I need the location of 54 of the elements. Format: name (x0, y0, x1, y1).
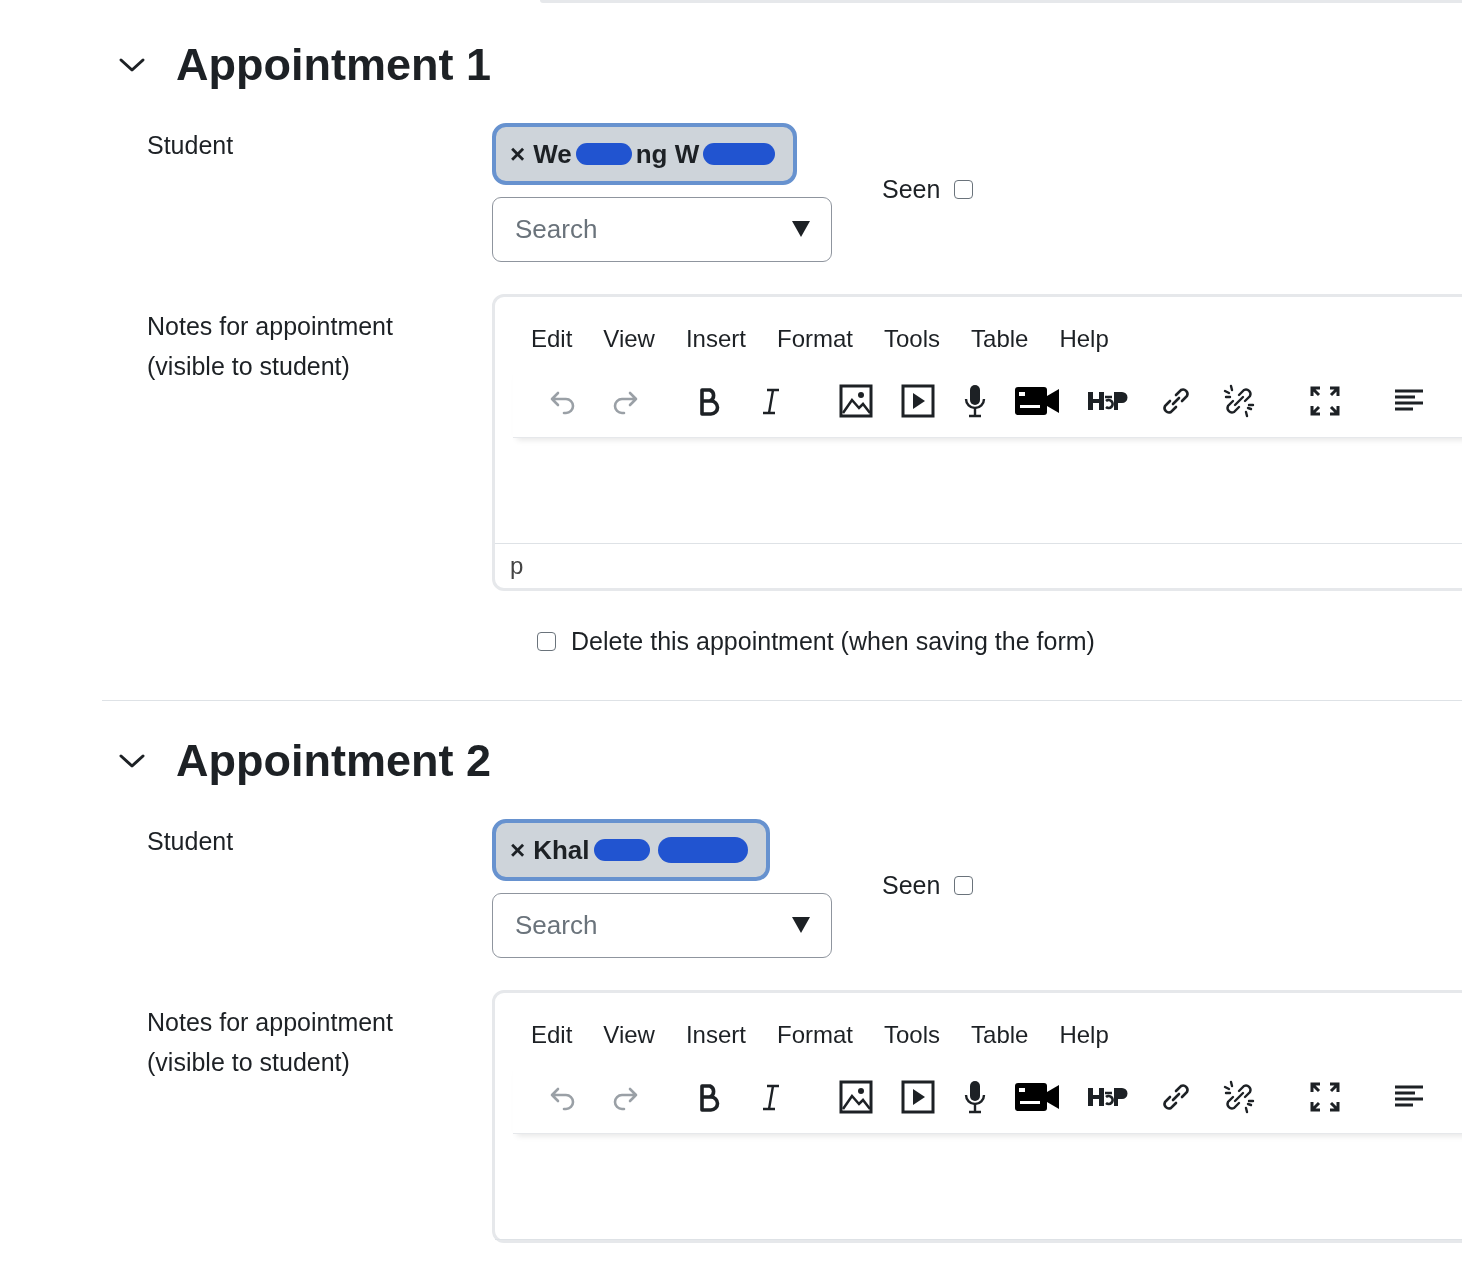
image-icon[interactable] (839, 1080, 873, 1114)
field-label: Student (146, 826, 235, 857)
menu-item[interactable]: Format (777, 1021, 853, 1049)
media-icon[interactable] (901, 384, 935, 418)
chevron-icon[interactable] (118, 752, 146, 770)
checkbox-label: Delete this appointment (when saving the form) (571, 627, 1095, 656)
menu-item[interactable]: Tools (884, 1021, 941, 1049)
remove-icon[interactable]: × (510, 834, 526, 866)
student-chip[interactable]: × We ng W (492, 123, 798, 185)
field-label: Notes for appointment (visible to student) (146, 311, 394, 382)
student-name: ng W (635, 138, 700, 170)
element-path[interactable]: p (510, 552, 524, 580)
menu-item[interactable]: Insert (685, 1021, 746, 1049)
caret-icon (792, 221, 810, 237)
redaction-mark (593, 839, 650, 861)
section-title: Appointment 1 (176, 39, 491, 91)
student-name: Khal (533, 834, 590, 866)
microphone-icon[interactable] (963, 384, 987, 418)
checkbox-label: Seen (882, 175, 941, 204)
seen-checkbox[interactable] (954, 180, 974, 199)
image-icon[interactable] (839, 384, 873, 418)
menu-item[interactable]: Format (777, 325, 853, 353)
menu-item[interactable]: Help (1059, 325, 1109, 353)
microphone-icon[interactable] (963, 1080, 987, 1114)
seen-checkbox[interactable] (954, 876, 974, 895)
redaction-mark (575, 143, 632, 165)
chevron-icon[interactable] (118, 56, 146, 74)
search-field[interactable]: Search (492, 893, 832, 958)
caret-icon (792, 917, 810, 933)
media-icon[interactable] (901, 1080, 935, 1114)
menu-item[interactable]: View (603, 325, 655, 353)
delete-checkbox[interactable] (537, 632, 556, 651)
menu-item[interactable]: Table (971, 1021, 1029, 1049)
menu-item[interactable]: View (603, 1021, 655, 1049)
menu-item[interactable]: Edit (531, 325, 573, 353)
unlink-icon[interactable] (1221, 383, 1257, 419)
menu-item[interactable]: Tools (884, 325, 941, 353)
video-camera-icon[interactable] (1015, 386, 1059, 416)
menu-item[interactable]: Insert (685, 325, 746, 353)
checkbox-label: Seen (882, 871, 941, 900)
menu-item[interactable]: Table (971, 325, 1029, 353)
remove-icon[interactable]: × (510, 138, 526, 170)
fullscreen-icon[interactable] (1309, 385, 1341, 417)
section-title: Appointment 2 (176, 735, 491, 787)
student-name: We (533, 138, 572, 170)
video-camera-icon[interactable] (1015, 1082, 1059, 1112)
student-chip[interactable]: × Khal (492, 819, 770, 881)
menu-item[interactable]: Edit (531, 1021, 573, 1049)
menu-item[interactable]: Help (1059, 1021, 1109, 1049)
fullscreen-icon[interactable] (1309, 1081, 1341, 1113)
field-label: Notes for appointment (visible to student) (146, 1007, 394, 1078)
search-field[interactable]: Search (492, 197, 832, 262)
unlink-icon[interactable] (1221, 1079, 1257, 1115)
field-label: Student (146, 130, 235, 161)
